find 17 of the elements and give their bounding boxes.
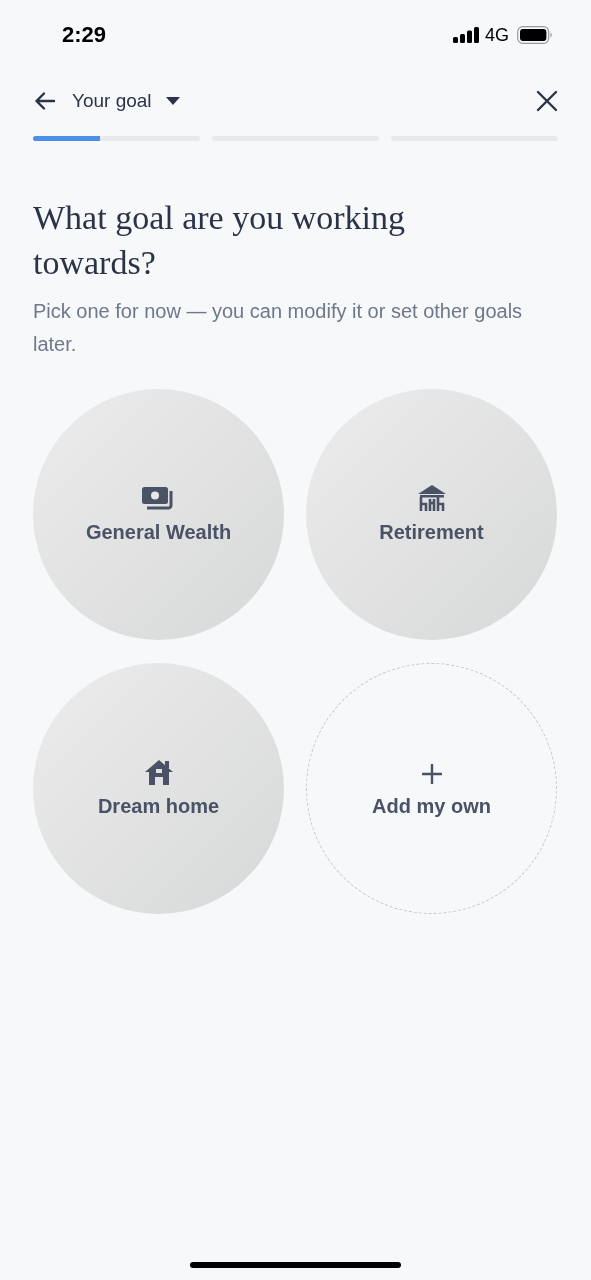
back-arrow-icon[interactable] xyxy=(33,89,57,113)
subtitle-text: Pick one for now — you can modify it or set other goals later. xyxy=(33,299,524,357)
house-icon xyxy=(144,759,173,785)
status-time: 2:29 xyxy=(62,22,107,48)
goal-dropdown[interactable]: Your goal xyxy=(72,90,180,112)
banknote-icon xyxy=(141,487,176,511)
battery-icon xyxy=(517,26,553,44)
goal-option[interactable]: Dream home xyxy=(33,663,284,914)
plus-icon xyxy=(420,763,443,785)
question-heading: What goal are you working towards? xyxy=(33,198,406,283)
goal-option[interactable]: Retirement xyxy=(306,389,557,640)
goal-option[interactable]: General Wealth xyxy=(33,389,284,640)
signal-icon xyxy=(453,27,480,43)
pavilion-icon xyxy=(417,485,446,511)
caret-icon xyxy=(165,97,180,105)
close-icon[interactable] xyxy=(536,90,558,112)
network-label: 4G xyxy=(485,24,509,46)
